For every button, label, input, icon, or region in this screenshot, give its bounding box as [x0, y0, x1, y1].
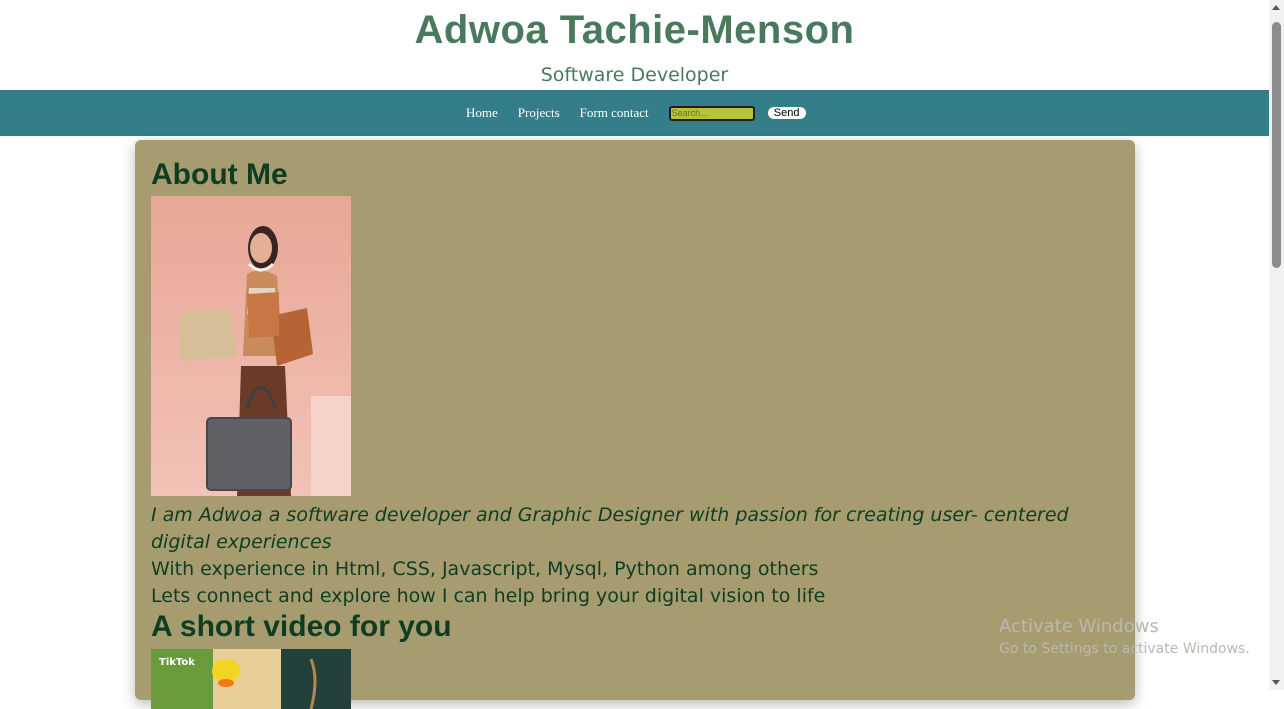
vertical-scrollbar[interactable]: [1269, 0, 1284, 690]
navbar: Home Projects Form contact Send: [0, 90, 1269, 136]
profile-photo: [151, 196, 351, 496]
video-thumbnail[interactable]: TikTok: [151, 649, 351, 709]
about-cta: Lets connect and explore how I can help …: [151, 585, 826, 607]
about-experience: With experience in Html, CSS, Javascript…: [151, 558, 819, 580]
scroll-thumb[interactable]: [1272, 22, 1281, 268]
activate-windows-watermark: Activate Windows Go to Settings to activ…: [999, 616, 1250, 657]
scroll-down-icon[interactable]: [1272, 680, 1280, 685]
nav-home-link[interactable]: Home: [466, 105, 498, 121]
tiktok-badge: TikTok: [159, 657, 195, 668]
search-input[interactable]: [668, 105, 755, 121]
about-text: I am Adwoa a software developer and Grap…: [151, 502, 1081, 610]
scroll-up-icon[interactable]: [1272, 5, 1280, 10]
about-intro: I am Adwoa a software developer and Grap…: [151, 504, 1069, 553]
nav-form-contact-link[interactable]: Form contact: [580, 105, 649, 121]
watermark-title: Activate Windows: [999, 616, 1159, 637]
site-subtitle: Software Developer: [540, 64, 729, 86]
about-card: About Me I am Adwoa a software developer…: [135, 140, 1135, 709]
about-heading: About Me: [151, 158, 288, 191]
nav-projects-link[interactable]: Projects: [518, 105, 560, 121]
site-header: Adwoa Tachie-Menson Software Developer: [0, 0, 1269, 90]
send-button[interactable]: Send: [767, 107, 806, 119]
video-thumbnail-image: TikTok: [151, 649, 351, 709]
watermark-subtitle: Go to Settings to activate Windows.: [999, 641, 1250, 657]
site-title: Adwoa Tachie-Menson: [414, 8, 855, 52]
video-heading: A short video for you: [151, 610, 452, 643]
